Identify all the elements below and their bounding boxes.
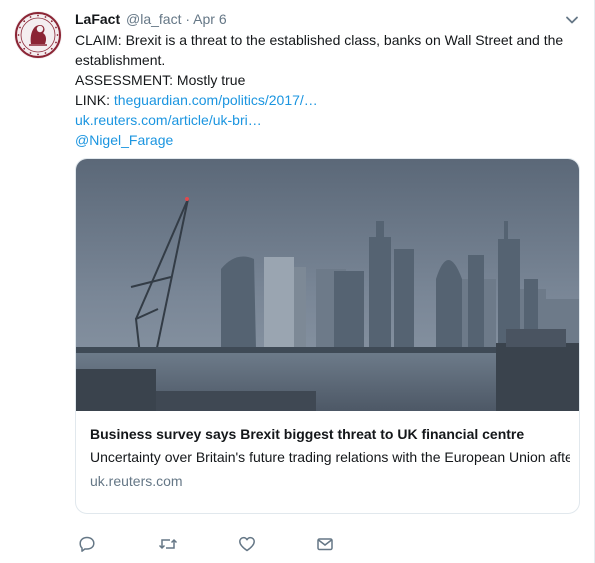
user-handle[interactable]: @la_fact (126, 11, 181, 27)
assessment-line: ASSESSMENT: Mostly true (75, 72, 246, 88)
card-text: Business survey says Brexit biggest thre… (90, 425, 570, 490)
envelope-icon[interactable] (316, 535, 336, 555)
tweet-header: LaFact @la_fact · Apr 6 (75, 10, 227, 28)
display-name[interactable]: LaFact (75, 11, 120, 27)
claim-line: CLAIM: Brexit is a threat to the establi… (75, 32, 564, 68)
avatar[interactable] (14, 11, 62, 59)
retweet-icon[interactable] (158, 535, 178, 555)
card-title: Business survey says Brexit biggest thre… (90, 426, 525, 442)
heart-icon[interactable] (238, 535, 258, 555)
guardian-link[interactable]: theguardian.com/politics/2017/… (114, 92, 318, 108)
tweet-text: CLAIM: Brexit is a threat to the establi… (75, 30, 570, 150)
tweet-actions (0, 535, 595, 555)
mention-link[interactable]: @Nigel_Farage (75, 132, 173, 148)
card-domain: uk.reuters.com (90, 473, 183, 489)
chevron-down-icon[interactable] (564, 12, 580, 28)
reply-icon[interactable] (78, 535, 98, 555)
tweet-timestamp[interactable]: Apr 6 (193, 11, 226, 27)
link-label: LINK: (75, 92, 114, 108)
tweet[interactable]: LaFact @la_fact · Apr 6 CLAIM: Brexit is… (0, 0, 595, 563)
link-preview-card[interactable]: Business survey says Brexit biggest thre… (75, 158, 580, 514)
separator-dot: · (185, 11, 191, 27)
reuters-link[interactable]: uk.reuters.com/article/uk-bri… (75, 112, 262, 128)
card-description: Uncertainty over Britain's future tradin… (90, 449, 570, 465)
card-image (76, 159, 579, 411)
link-line: LINK: theguardian.com/politics/2017/… (75, 90, 570, 110)
seal-logo-icon (14, 11, 62, 59)
